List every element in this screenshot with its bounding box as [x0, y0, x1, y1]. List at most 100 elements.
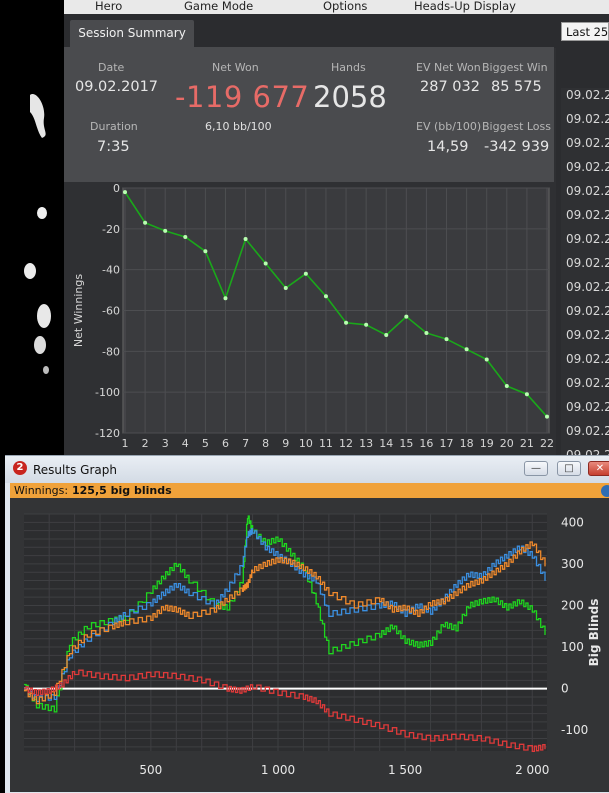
y-tick-label: 400	[561, 515, 584, 529]
x-tick-label: 22	[540, 437, 554, 450]
data-point	[504, 384, 509, 389]
app-icon: 2	[13, 461, 27, 475]
data-point	[183, 235, 188, 239]
results-graph-chart: 400 300 200 100 0 -100 500 1 000 1 500 2 000 Big B…	[24, 513, 601, 777]
minimize-button[interactable]: —	[524, 461, 548, 476]
hands-label: Hands	[331, 61, 366, 74]
x-tick-label: 11	[319, 437, 333, 450]
y-tick-label: -120	[95, 427, 120, 440]
session-row[interactable]: 09.02.2	[566, 88, 609, 102]
session-row[interactable]: 09.02.2	[566, 160, 609, 174]
y-tick-label: 300	[561, 557, 584, 571]
data-point	[143, 220, 148, 225]
data-point	[243, 237, 248, 242]
ev-bb100-label: EV (bb/100)	[416, 120, 482, 133]
session-row[interactable]: 09.02.2	[566, 208, 609, 222]
tab-session-summary[interactable]: Session Summary	[70, 20, 194, 47]
data-point	[283, 286, 288, 291]
session-row[interactable]: 09.02.2	[566, 232, 609, 246]
biggest-win-label: Biggest Win	[482, 61, 548, 74]
session-row[interactable]: 09.02.2	[566, 280, 609, 294]
data-point	[323, 294, 328, 299]
x-tick-label: 1	[122, 437, 129, 450]
x-tick-label: 12	[339, 437, 353, 450]
biggest-loss-value: -342 939	[484, 139, 550, 155]
x-tick-label: 14	[379, 437, 393, 450]
data-point	[484, 357, 489, 362]
y-tick-label: -60	[102, 305, 120, 318]
x-tick-label: 4	[182, 437, 189, 450]
ev-net-won-label: EV Net Won	[416, 61, 481, 74]
x-tick-label: 20	[500, 437, 514, 450]
net-winnings-chart: 0-20-40-60-80-100-1201 2 3 4 5 6 7 8 9 10 11 12 13 14…	[72, 182, 554, 450]
data-point	[545, 414, 549, 419]
data-point	[424, 330, 429, 335]
session-row[interactable]: 09.02.2	[566, 352, 609, 366]
session-row[interactable]: 09.02.2	[566, 328, 609, 342]
x-tick-label: 15	[399, 437, 413, 450]
data-point	[524, 392, 529, 397]
data-point	[404, 314, 409, 319]
x-tick-label: 9	[282, 437, 289, 450]
help-icon[interactable]	[601, 485, 609, 497]
x-tick-label: 19	[480, 437, 494, 450]
ev-net-won-value: 287 032	[420, 79, 480, 95]
session-list: 09.02.2 09.02.2 09.02.2 09.02.2 09.02.2 09.02…	[561, 88, 609, 462]
x-tick-label: 1 500	[388, 763, 422, 777]
y-tick-label: 100	[561, 640, 584, 654]
data-point	[384, 333, 389, 337]
x-tick-label: 21	[520, 437, 534, 450]
x-tick-label: 10	[299, 437, 313, 450]
y-tick-label: -20	[102, 223, 120, 236]
menu-bar: Hero Game Mode Options Heads-Up Display	[64, 0, 609, 15]
menu-heads-up-display[interactable]: Heads-Up Display	[414, 0, 516, 13]
session-row[interactable]: 09.02.2	[566, 304, 609, 318]
menu-options[interactable]: Options	[323, 0, 367, 13]
y-tick-label: 0	[561, 682, 569, 696]
data-point	[223, 296, 228, 301]
session-row[interactable]: 09.02.2	[566, 136, 609, 150]
x-tick-label: 5	[202, 437, 209, 450]
date-label: Date	[98, 61, 125, 74]
session-row[interactable]: 09.02.2	[566, 376, 609, 390]
session-row[interactable]: 09.02.2	[566, 256, 609, 270]
net-won-label: Net Won	[212, 61, 259, 74]
window-title: Results Graph	[33, 463, 117, 477]
x-tick-label: 6	[222, 437, 229, 450]
x-tick-label: 13	[359, 437, 373, 450]
menu-hero[interactable]: Hero	[95, 0, 122, 13]
data-point	[163, 228, 168, 233]
session-row[interactable]: 09.02.2	[566, 112, 609, 126]
y-tick-label: 0	[113, 182, 120, 195]
data-point	[303, 271, 308, 276]
data-point	[123, 190, 127, 195]
x-tick-label: 500	[139, 763, 162, 777]
winnings-label: Winnings:	[14, 484, 69, 497]
data-point	[203, 249, 208, 254]
y-tick-label: -80	[102, 345, 120, 358]
x-tick-label: 8	[262, 437, 269, 450]
y-tick-label: 200	[561, 598, 584, 612]
y-tick-label: -100	[561, 723, 588, 737]
menu-game-mode[interactable]: Game Mode	[184, 0, 253, 13]
x-tick-label: 3	[162, 437, 169, 450]
biggest-win-value: 85 575	[491, 79, 542, 95]
x-tick-label: 1 000	[261, 763, 295, 777]
y-tick-label: -40	[102, 264, 120, 277]
net-won-value: -119 677	[175, 80, 310, 114]
session-row[interactable]: 09.02.2	[566, 424, 609, 438]
session-row[interactable]: 09.02.2	[566, 400, 609, 414]
duration-value: 7:35	[97, 139, 130, 155]
session-filter-select[interactable]: Last 250	[561, 22, 609, 41]
ev-bb100-value: 14,59	[427, 139, 469, 155]
y-axis-label: Net Winnings	[72, 274, 85, 347]
winnings-value: 125,5 big blinds	[72, 484, 172, 497]
x-tick-label: 18	[460, 437, 474, 450]
background-artwork	[24, 94, 51, 374]
maximize-button[interactable]: □	[557, 461, 581, 476]
data-point	[263, 261, 268, 266]
bb-per-100-value: 6,10 bb/100	[205, 120, 272, 133]
plot-area	[24, 514, 547, 751]
close-button[interactable]: ✕	[588, 461, 609, 476]
session-row[interactable]: 09.02.2	[566, 184, 609, 198]
